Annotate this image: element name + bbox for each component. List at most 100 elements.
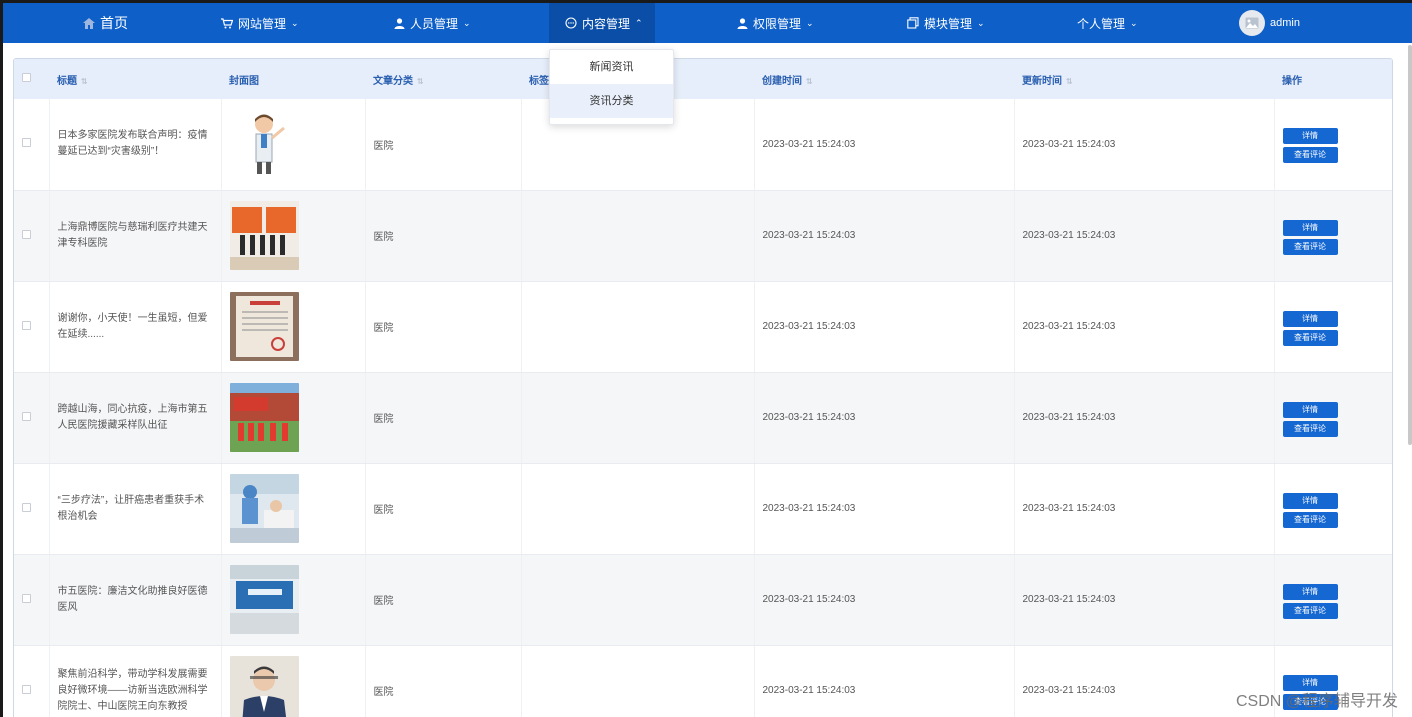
row-checkbox[interactable] — [22, 229, 31, 239]
nav-label: 网站管理 — [238, 16, 287, 31]
row-checkbox[interactable] — [22, 411, 31, 421]
row-title: 上海鼎博医院与慈瑞利医疗共建天津专科医院 — [49, 190, 222, 282]
detail-button[interactable]: 详情 — [1282, 401, 1338, 418]
sort-icon[interactable]: ⇅ — [1066, 77, 1073, 86]
row-cover-cell — [221, 99, 366, 191]
row-category: 医院 — [365, 99, 522, 191]
dropdown-item-news[interactable]: 新闻资讯 — [550, 50, 673, 84]
row-updated: 2023-03-21 15:24:03 — [1014, 554, 1275, 646]
nav-label: 内容管理 — [582, 16, 631, 31]
home-icon — [83, 17, 95, 29]
nav-module-management[interactable]: 模块管理 ⌄ — [907, 3, 985, 43]
row-select-cell — [14, 554, 50, 646]
news-table-container: 标题 ⇅ 封面图 文章分类 ⇅ 标签 创建时间 ⇅ 更新时间 ⇅ 操作 日本多家医院发布… — [13, 58, 1393, 717]
row-category: 医院 — [365, 463, 522, 555]
table-row: 日本多家医院发布联合声明：疫情蔓延已达到“灾害级别”！ 医院 2023-03-2… — [14, 99, 1392, 191]
nav-personnel-management[interactable]: 人员管理 ⌄ — [394, 3, 471, 43]
detail-button[interactable]: 详情 — [1282, 492, 1338, 509]
row-tags — [521, 463, 755, 555]
view-comments-button[interactable]: 查看评论 — [1282, 420, 1338, 437]
detail-button[interactable]: 详情 — [1282, 128, 1338, 145]
row-checkbox[interactable] — [22, 502, 31, 512]
app-window: 首页 网站管理 ⌄ 人员管理 ⌄ 内容管理 ⌃ 权限管理 ⌄ 模块管理 ⌄ 个人管理 ⌄ — [0, 0, 1412, 717]
nav-website-management[interactable]: 网站管理 ⌄ — [221, 3, 299, 43]
cover-image — [229, 109, 299, 179]
nav-permission-management[interactable]: 权限管理 ⌄ — [737, 3, 814, 43]
row-checkbox[interactable] — [22, 684, 31, 694]
row-created: 2023-03-21 15:24:03 — [754, 190, 1015, 282]
row-select-cell — [14, 645, 50, 717]
view-comments-button[interactable]: 查看评论 — [1282, 147, 1338, 164]
row-created: 2023-03-21 15:24:03 — [754, 554, 1015, 646]
nav-label: 权限管理 — [753, 16, 802, 31]
row-created: 2023-03-21 15:24:03 — [754, 645, 1015, 717]
cart-icon — [221, 17, 233, 28]
view-comments-button[interactable]: 查看评论 — [1282, 329, 1338, 346]
scrollbar[interactable] — [1408, 45, 1412, 445]
row-title: 谢谢你，小天使！一生虽短，但爱在延续...... — [49, 281, 222, 373]
dropdown-item-news-category[interactable]: 资讯分类 — [550, 84, 673, 118]
table-row: “三步疗法”，让肝癌患者重获手术根治机会 医院 2023-03-21 15:24… — [14, 463, 1392, 555]
nav-personal-management[interactable]: 个人管理 ⌄ — [1077, 3, 1138, 43]
row-checkbox[interactable] — [22, 138, 31, 148]
view-comments-button[interactable]: 查看评论 — [1282, 602, 1338, 619]
view-comments-button[interactable]: 查看评论 — [1282, 511, 1338, 528]
header-cover: 封面图 — [229, 75, 259, 87]
select-all-checkbox[interactable] — [22, 73, 31, 82]
row-actions: 详情 查看评论 — [1274, 372, 1392, 464]
row-category: 医院 — [365, 190, 522, 282]
view-comments-button[interactable]: 查看评论 — [1282, 238, 1338, 255]
content-management-dropdown: 新闻资讯 资讯分类 — [549, 49, 674, 125]
cover-image — [229, 474, 299, 543]
row-checkbox[interactable] — [22, 593, 31, 603]
user-menu[interactable]: admin — [1239, 3, 1300, 43]
row-created: 2023-03-21 15:24:03 — [754, 463, 1015, 555]
row-title: 市五医院：廉洁文化助推良好医德医风 — [49, 554, 222, 646]
top-navbar: 首页 网站管理 ⌄ 人员管理 ⌄ 内容管理 ⌃ 权限管理 ⌄ 模块管理 ⌄ 个人管理 ⌄ — [3, 3, 1412, 43]
header-title[interactable]: 标题 ⇅ — [49, 59, 221, 99]
chevron-down-icon: ⌄ — [1130, 17, 1138, 28]
nav-home[interactable]: 首页 — [83, 3, 128, 43]
row-cover-cell — [221, 645, 366, 717]
nav-label: 人员管理 — [410, 16, 459, 31]
header-updated[interactable]: 更新时间 ⇅ — [1014, 59, 1274, 99]
header-created[interactable]: 创建时间 ⇅ — [754, 59, 1014, 99]
sort-icon[interactable]: ⇅ — [806, 77, 813, 86]
table-row: 谢谢你，小天使！一生虽短，但爱在延续...... 医院 2023-03-21 1… — [14, 281, 1392, 373]
row-select-cell — [14, 190, 50, 282]
user-icon — [737, 17, 748, 29]
row-actions: 详情 查看评论 — [1274, 99, 1392, 191]
nav-content-management[interactable]: 内容管理 ⌃ — [549, 3, 655, 43]
chevron-down-icon: ⌄ — [806, 17, 814, 28]
table-row: 聚焦前沿科学，带动学科发展需要良好微环境——访新当选欧洲科学院院士、中山医院王向… — [14, 645, 1392, 717]
row-checkbox[interactable] — [22, 320, 31, 330]
row-cover-cell — [221, 463, 366, 555]
cover-image — [229, 292, 299, 361]
row-select-cell — [14, 463, 50, 555]
nav-home-label: 首页 — [100, 15, 128, 31]
cover-image — [229, 565, 299, 634]
row-title: 日本多家医院发布联合声明：疫情蔓延已达到“灾害级别”！ — [49, 99, 222, 191]
row-category: 医院 — [365, 645, 522, 717]
detail-button[interactable]: 详情 — [1282, 583, 1338, 600]
table-row: 上海鼎博医院与慈瑞利医疗共建天津专科医院 医院 2023-03-21 15:24… — [14, 190, 1392, 282]
sort-icon[interactable]: ⇅ — [417, 77, 424, 86]
user-icon — [394, 17, 405, 29]
nav-label: 个人管理 — [1077, 16, 1126, 31]
row-tags — [521, 281, 755, 373]
cover-image — [229, 201, 299, 270]
detail-button[interactable]: 详情 — [1282, 219, 1338, 236]
header-category[interactable]: 文章分类 ⇅ — [365, 59, 521, 99]
header-actions: 操作 — [1282, 75, 1302, 87]
row-updated: 2023-03-21 15:24:03 — [1014, 281, 1275, 373]
row-actions: 详情 查看评论 — [1274, 554, 1392, 646]
row-cover-cell — [221, 190, 366, 282]
detail-button[interactable]: 详情 — [1282, 310, 1338, 327]
copy-icon — [907, 17, 919, 29]
row-actions: 详情 查看评论 — [1274, 190, 1392, 282]
row-category: 医院 — [365, 372, 522, 464]
table-row: 市五医院：廉洁文化助推良好医德医风 医院 2023-03-21 15:24:03… — [14, 554, 1392, 646]
row-tags — [521, 645, 755, 717]
row-updated: 2023-03-21 15:24:03 — [1014, 99, 1275, 191]
sort-icon[interactable]: ⇅ — [81, 77, 88, 86]
